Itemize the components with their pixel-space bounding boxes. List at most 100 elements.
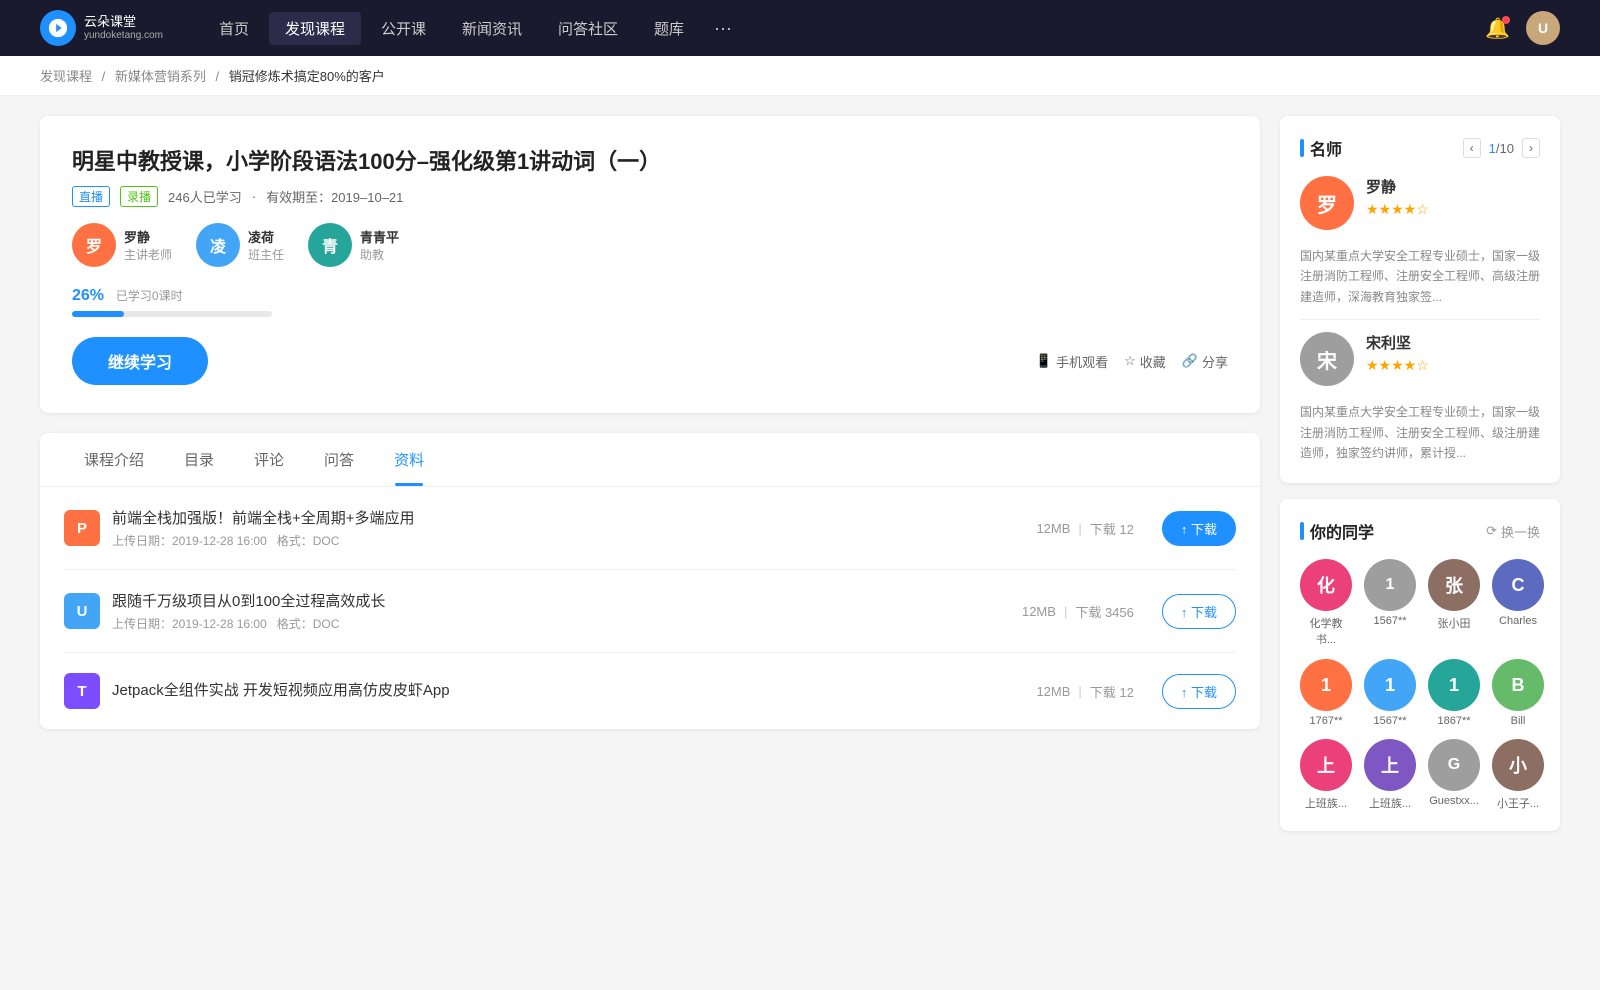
phone-watch-button[interactable]: 📱 手机观看 (1036, 352, 1108, 371)
valid-date: 有效期至：2019–10–21 (266, 187, 403, 206)
notification-dot (1502, 16, 1510, 24)
classmates-title: 你的同学 (1300, 519, 1374, 543)
progress-pct: 26% (72, 287, 104, 304)
valid-until: · (252, 189, 256, 204)
share-button[interactable]: 🔗 分享 (1182, 352, 1228, 371)
tabs-header: 课程介绍 目录 评论 问答 资料 (40, 433, 1260, 487)
share-icon: 🔗 (1182, 353, 1198, 369)
sidebar-teacher-1-name: 罗静 (1366, 176, 1540, 197)
tab-qa[interactable]: 问答 (304, 433, 374, 486)
classmate-5-name: 1767** (1309, 715, 1342, 727)
resource-item: P 前端全栈加强版！前端全栈+全周期+多端应用 上传日期：2019-12-28 … (64, 487, 1236, 570)
res-info-2: 跟随千万级项目从0到100全过程高效成长 上传日期：2019-12-28 16:… (112, 590, 1010, 632)
classmate-10-name: 上班族... (1369, 795, 1411, 811)
classmate-2-name: 1567** (1373, 615, 1406, 627)
download-button-1[interactable]: ↑ 下载 (1162, 511, 1236, 546)
continue-learning-button[interactable]: 继续学习 (72, 337, 208, 385)
classmates-card: 你的同学 ⟳ 换一换 化 化学教书... 1 1 (1280, 499, 1560, 831)
classmate-1: 化 化学教书... (1300, 559, 1352, 647)
content-area: 明星中教授课，小学阶段语法100分–强化级第1讲动词（一） 直播 录播 246人… (40, 116, 1260, 847)
classmate-9: 上 上班族... (1300, 739, 1352, 811)
collect-button[interactable]: ☆ 收藏 (1124, 352, 1166, 371)
classmates-header: 你的同学 ⟳ 换一换 (1300, 519, 1540, 543)
course-card: 明星中教授课，小学阶段语法100分–强化级第1讲动词（一） 直播 录播 246人… (40, 116, 1260, 413)
res-info-1: 前端全栈加强版！前端全栈+全周期+多端应用 上传日期：2019-12-28 16… (112, 507, 1024, 549)
res-stats-3: 12MB | 下载 12 (1036, 682, 1133, 701)
teacher-nav: ‹ 1/10 › (1463, 138, 1540, 158)
breadcrumb-sep-1: / (102, 69, 106, 84)
nav-news[interactable]: 新闻资讯 (446, 12, 538, 45)
breadcrumb: 发现课程 / 新媒体营销系列 / 销冠修炼术搞定80%的客户 (0, 56, 1600, 96)
classmate-4: C Charles (1492, 559, 1544, 647)
nav-discover[interactable]: 发现课程 (269, 12, 361, 45)
classmate-8-name: Bill (1511, 715, 1526, 727)
classmates-refresh-button[interactable]: ⟳ 换一换 (1486, 522, 1540, 541)
breadcrumb-item-1[interactable]: 发现课程 (40, 69, 92, 84)
classmate-10-avatar: 上 (1364, 739, 1416, 791)
teacher-2-info: 凌荷 班主任 (248, 227, 284, 263)
classmate-9-avatar: 上 (1300, 739, 1352, 791)
sidebar-teacher-2: 宋 宋利坚 ★★★★☆ (1300, 332, 1540, 386)
header: 云朵课堂 yundoketang.com 首页 发现课程 公开课 新闻资讯 问答… (0, 0, 1600, 56)
teacher-1-avatar: 罗 (72, 223, 116, 267)
tab-resources[interactable]: 资料 (374, 433, 444, 486)
nav-qa[interactable]: 问答社区 (542, 12, 634, 45)
nav-home[interactable]: 首页 (203, 12, 265, 45)
resource-list: P 前端全栈加强版！前端全栈+全周期+多端应用 上传日期：2019-12-28 … (40, 487, 1260, 729)
logo-text: 云朵课堂 yundoketang.com (84, 14, 163, 42)
teacher-3-name: 青青平 (360, 227, 399, 246)
classmate-1-name: 化学教书... (1300, 615, 1352, 647)
teacher-3: 青 青青平 助教 (308, 223, 399, 267)
user-avatar[interactable]: U (1526, 11, 1560, 45)
sidebar-teacher-2-stars: ★★★★☆ (1366, 357, 1540, 374)
tab-intro[interactable]: 课程介绍 (64, 433, 164, 486)
teacher-1: 罗 罗静 主讲老师 (72, 223, 172, 267)
tab-reviews[interactable]: 评论 (234, 433, 304, 486)
nav-library[interactable]: 题库 (638, 12, 700, 45)
sidebar-teacher-1-desc: 国内某重点大学安全工程专业硕士，国家一级注册消防工程师、注册安全工程师、高级注册… (1300, 246, 1540, 307)
nav-public[interactable]: 公开课 (365, 12, 442, 45)
classmate-4-name: Charles (1499, 615, 1537, 627)
teacher-2-avatar: 凌 (196, 223, 240, 267)
breadcrumb-item-2[interactable]: 新媒体营销系列 (115, 69, 206, 84)
classmate-9-name: 上班族... (1305, 795, 1347, 811)
classmate-2: 1 1567** (1364, 559, 1416, 647)
teacher-nav-next[interactable]: › (1522, 138, 1540, 158)
classmate-2-avatar: 1 (1364, 559, 1416, 611)
breadcrumb-sep-2: / (216, 69, 220, 84)
teacher-3-avatar: 青 (308, 223, 352, 267)
tab-catalog[interactable]: 目录 (164, 433, 234, 486)
logo[interactable]: 云朵课堂 yundoketang.com (40, 10, 163, 46)
sidebar-teacher-2-info: 宋利坚 ★★★★☆ (1366, 332, 1540, 386)
nav-more[interactable]: ··· (704, 12, 742, 45)
classmate-7-name: 1867** (1437, 715, 1470, 727)
teacher-nav-prev[interactable]: ‹ (1463, 138, 1481, 158)
teacher-3-role: 助教 (360, 246, 399, 263)
logo-sub: yundoketang.com (84, 30, 163, 42)
action-buttons: 📱 手机观看 ☆ 收藏 🔗 分享 (1036, 352, 1228, 371)
refresh-icon: ⟳ (1486, 523, 1497, 539)
classmate-7: 1 1867** (1428, 659, 1480, 727)
classmate-3-name: 张小田 (1438, 615, 1471, 631)
teacher-1-role: 主讲老师 (124, 246, 172, 263)
download-button-2[interactable]: ↑ 下载 (1162, 594, 1236, 629)
notification-bell[interactable]: 🔔 (1485, 16, 1510, 41)
badge-rec: 录播 (120, 186, 158, 207)
classmate-12: 小 小王子... (1492, 739, 1544, 811)
phone-icon: 📱 (1036, 353, 1052, 369)
classmate-5: 1 1767** (1300, 659, 1352, 727)
download-button-3[interactable]: ↑ 下载 (1162, 674, 1236, 709)
res-stats-2: 12MB | 下载 3456 (1022, 602, 1134, 621)
teacher-1-info: 罗静 主讲老师 (124, 227, 172, 263)
divider (1300, 319, 1540, 320)
sidebar-teacher-1: 罗 罗静 ★★★★☆ (1300, 176, 1540, 230)
classmate-7-avatar: 1 (1428, 659, 1480, 711)
classmate-6: 1 1567** (1364, 659, 1416, 727)
teacher-2-role: 班主任 (248, 246, 284, 263)
res-meta-2: 上传日期：2019-12-28 16:00 格式：DOC (112, 615, 1010, 632)
res-title-2: 跟随千万级项目从0到100全过程高效成长 (112, 590, 1010, 611)
students-count: 246人已学习 (168, 187, 242, 206)
famous-teachers-title: 名师 (1300, 136, 1342, 160)
classmate-8-avatar: B (1492, 659, 1544, 711)
logo-icon (40, 10, 76, 46)
